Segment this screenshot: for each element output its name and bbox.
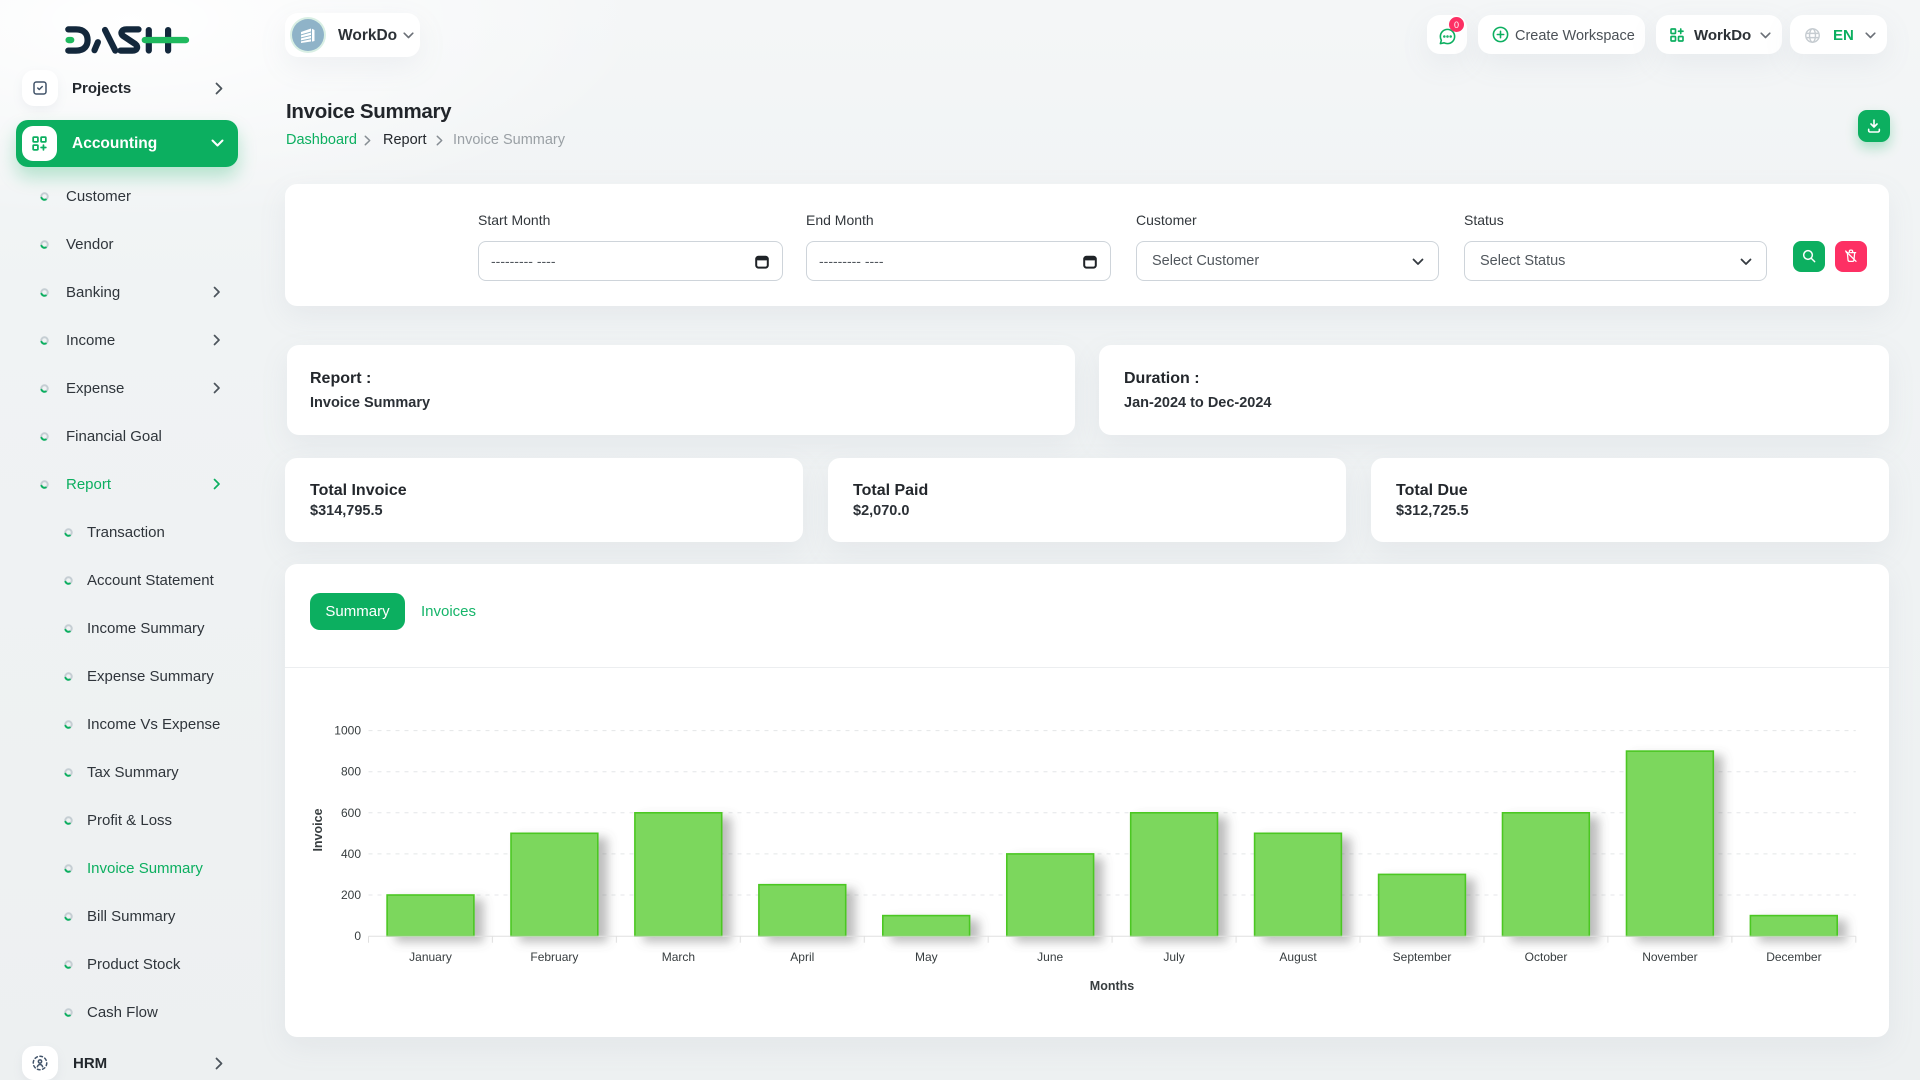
svg-text:Invoice: Invoice <box>311 808 325 851</box>
svg-text:1000: 1000 <box>334 724 361 738</box>
svg-text:February: February <box>530 950 578 964</box>
svg-text:October: October <box>1525 950 1568 964</box>
svg-text:March: March <box>662 950 695 964</box>
svg-text:April: April <box>790 950 814 964</box>
svg-text:August: August <box>1279 950 1317 964</box>
svg-text:0: 0 <box>354 929 361 943</box>
svg-text:200: 200 <box>341 888 361 902</box>
svg-text:800: 800 <box>341 765 361 779</box>
svg-text:600: 600 <box>341 806 361 820</box>
svg-text:December: December <box>1766 950 1821 964</box>
svg-text:July: July <box>1163 950 1184 964</box>
svg-text:November: November <box>1642 950 1697 964</box>
svg-text:May: May <box>915 950 938 964</box>
svg-text:June: June <box>1037 950 1063 964</box>
svg-text:January: January <box>409 950 452 964</box>
svg-text:September: September <box>1393 950 1452 964</box>
svg-text:Months: Months <box>1090 979 1134 993</box>
svg-text:400: 400 <box>341 847 361 861</box>
